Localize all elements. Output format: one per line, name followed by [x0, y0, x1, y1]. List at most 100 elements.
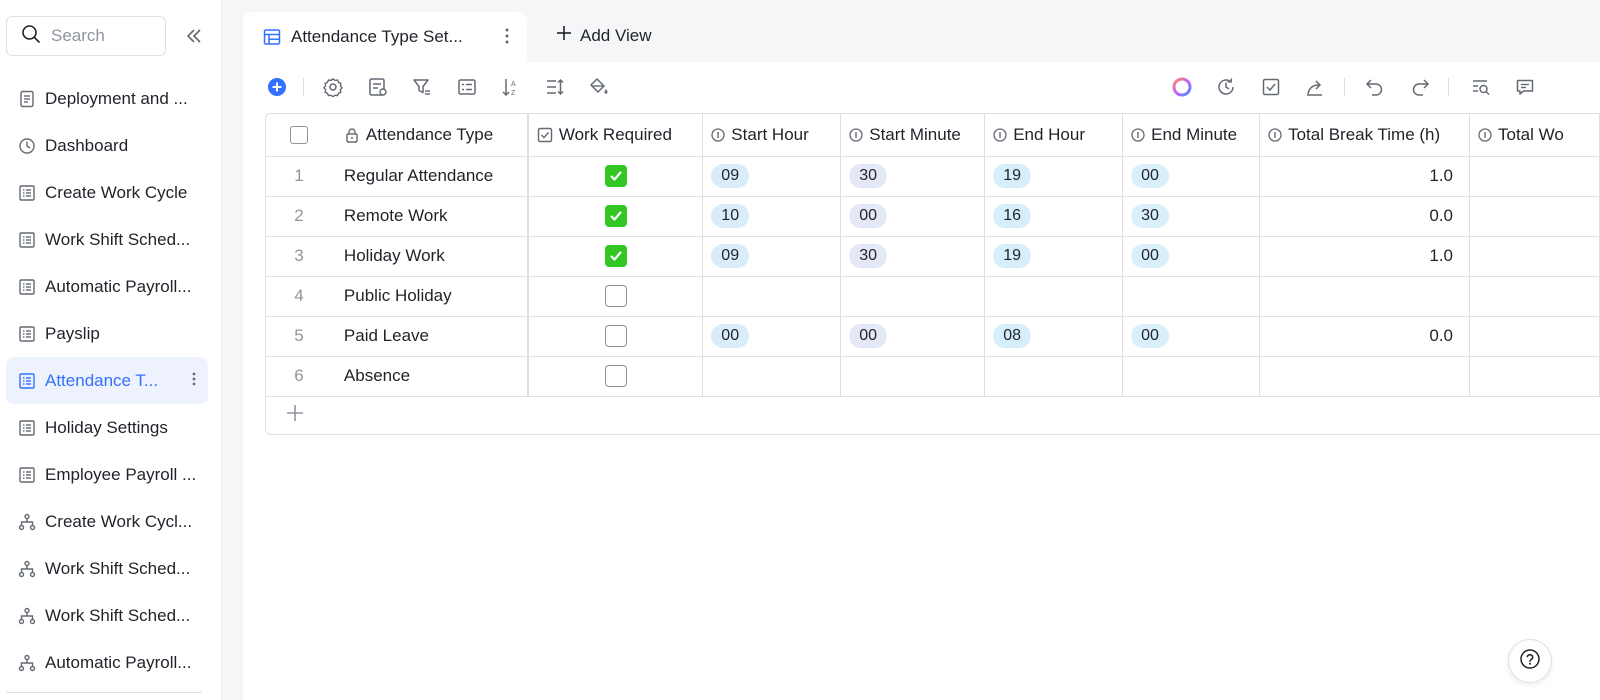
start-hour-cell[interactable]: 09	[702, 156, 842, 197]
sidebar-item[interactable]: Automatic Payroll...	[6, 639, 208, 686]
ai-assistant-icon[interactable]	[1170, 75, 1194, 99]
start-hour-cell[interactable]	[702, 356, 842, 397]
sidebar-item[interactable]: Work Shift Sched...	[6, 592, 208, 639]
table-row[interactable]: 3 Holiday Work 09 30 19 00 1.0	[266, 236, 1600, 277]
total-break-cell[interactable]: 1.0	[1259, 236, 1470, 277]
sidebar-item[interactable]: Attendance T...	[6, 357, 208, 404]
attendance-type-cell[interactable]: Absence	[331, 356, 529, 397]
total-work-cell[interactable]	[1469, 316, 1600, 357]
history-icon[interactable]	[1214, 75, 1238, 99]
sidebar-item[interactable]: Holiday Settings	[6, 404, 208, 451]
work-required-cell[interactable]	[527, 196, 704, 237]
attendance-type-cell[interactable]: Holiday Work	[331, 236, 529, 277]
sidebar-item[interactable]: Dashboard	[6, 122, 208, 169]
total-work-cell[interactable]	[1469, 196, 1600, 237]
table-row[interactable]: 4 Public Holiday	[266, 276, 1600, 317]
tab-attendance-type-settings[interactable]: Attendance Type Set...	[243, 12, 527, 62]
end-hour-cell[interactable]	[984, 356, 1124, 397]
end-minute-cell[interactable]	[1122, 276, 1261, 317]
settings-icon[interactable]	[321, 75, 345, 99]
sidebar-item[interactable]: Work Shift Sched...	[6, 216, 208, 263]
column-header-end-minute[interactable]: End Minute	[1122, 114, 1261, 157]
sidebar-item[interactable]: Work Shift Sched...	[6, 545, 208, 592]
field-settings-icon[interactable]	[366, 75, 390, 99]
attendance-type-cell[interactable]: Public Holiday	[331, 276, 529, 317]
end-hour-cell[interactable]: 19	[984, 236, 1124, 277]
work-required-cell[interactable]	[527, 316, 704, 357]
total-break-cell[interactable]: 0.0	[1259, 316, 1470, 357]
total-work-cell[interactable]	[1469, 276, 1600, 317]
sidebar-item[interactable]: Employee Payroll ...	[6, 451, 208, 498]
checkbox-checked[interactable]	[604, 245, 627, 267]
end-hour-cell[interactable]	[984, 276, 1124, 317]
work-required-cell[interactable]	[527, 356, 704, 397]
total-break-cell[interactable]	[1259, 276, 1470, 317]
sort-icon[interactable]: AZ	[499, 75, 523, 99]
help-button[interactable]	[1508, 639, 1552, 683]
sidebar-item[interactable]: Create Work Cycle	[6, 169, 208, 216]
search-input[interactable]: Search	[6, 16, 166, 56]
end-hour-cell[interactable]: 16	[984, 196, 1124, 237]
checkbox-unchecked[interactable]	[604, 325, 627, 347]
attendance-type-cell[interactable]: Remote Work	[331, 196, 529, 237]
start-hour-cell[interactable]	[702, 276, 842, 317]
column-header-start-hour[interactable]: Start Hour	[702, 114, 842, 157]
work-required-cell[interactable]	[527, 236, 704, 277]
group-icon[interactable]	[455, 75, 479, 99]
total-work-cell[interactable]	[1469, 236, 1600, 277]
comment-icon[interactable]	[1513, 75, 1537, 99]
table-row[interactable]: 6 Absence	[266, 356, 1600, 397]
more-options-icon[interactable]	[505, 27, 509, 50]
column-header-end-hour[interactable]: End Hour	[984, 114, 1124, 157]
checkbox-unchecked[interactable]	[604, 365, 627, 387]
select-all-checkbox[interactable]	[266, 114, 332, 157]
end-minute-cell[interactable]: 30	[1122, 196, 1261, 237]
column-header-work-required[interactable]: Work Required	[527, 114, 704, 157]
column-header-total-work[interactable]: Total Wo	[1469, 114, 1600, 157]
sidebar-item[interactable]: Deployment and ...	[6, 75, 208, 122]
attendance-type-cell[interactable]: Regular Attendance	[331, 156, 529, 197]
attendance-type-cell[interactable]: Paid Leave	[331, 316, 529, 357]
table-row[interactable]: 1 Regular Attendance 09 30 19 00 1.0	[266, 156, 1600, 197]
end-hour-cell[interactable]: 08	[984, 316, 1124, 357]
start-minute-cell[interactable]: 30	[840, 156, 986, 197]
start-hour-cell[interactable]: 10	[702, 196, 842, 237]
sidebar-item[interactable]: Create Work Cycl...	[6, 498, 208, 545]
end-minute-cell[interactable]: 00	[1122, 316, 1261, 357]
sidebar-item[interactable]: Automatic Payroll...	[6, 263, 208, 310]
table-row[interactable]: 2 Remote Work 10 00 16 30 0.0	[266, 196, 1600, 237]
total-break-cell[interactable]: 1.0	[1259, 156, 1470, 197]
total-break-cell[interactable]: 0.0	[1259, 196, 1470, 237]
work-required-cell[interactable]	[527, 276, 704, 317]
more-options-icon[interactable]	[192, 371, 196, 392]
row-height-icon[interactable]	[543, 75, 567, 99]
collapse-sidebar-icon[interactable]	[182, 24, 206, 48]
checkbox-unchecked[interactable]	[604, 285, 627, 307]
work-required-cell[interactable]	[527, 156, 704, 197]
redo-icon[interactable]	[1408, 75, 1432, 99]
filter-icon[interactable]	[410, 75, 434, 99]
column-header-start-minute[interactable]: Start Minute	[840, 114, 986, 157]
end-hour-cell[interactable]: 19	[984, 156, 1124, 197]
start-minute-cell[interactable]: 00	[840, 316, 986, 357]
total-break-cell[interactable]	[1259, 356, 1470, 397]
table-row[interactable]: 5 Paid Leave 00 00 08 00 0.0	[266, 316, 1600, 357]
checkbox-checked[interactable]	[604, 205, 627, 227]
start-minute-cell[interactable]: 30	[840, 236, 986, 277]
end-minute-cell[interactable]: 00	[1122, 156, 1261, 197]
start-minute-cell[interactable]	[840, 356, 986, 397]
total-work-cell[interactable]	[1469, 156, 1600, 197]
end-minute-cell[interactable]: 00	[1122, 236, 1261, 277]
undo-icon[interactable]	[1363, 75, 1387, 99]
total-work-cell[interactable]	[1469, 356, 1600, 397]
start-minute-cell[interactable]	[840, 276, 986, 317]
add-record-icon[interactable]	[265, 75, 289, 99]
add-view-button[interactable]: Add View	[555, 24, 652, 47]
start-minute-cell[interactable]: 00	[840, 196, 986, 237]
start-hour-cell[interactable]: 09	[702, 236, 842, 277]
add-row-button[interactable]	[266, 397, 1600, 435]
column-header-attendance-type[interactable]: Attendance Type	[331, 114, 529, 157]
search-records-icon[interactable]	[1469, 75, 1493, 99]
fill-color-icon[interactable]	[587, 75, 611, 99]
sidebar-item[interactable]: Payslip	[6, 310, 208, 357]
